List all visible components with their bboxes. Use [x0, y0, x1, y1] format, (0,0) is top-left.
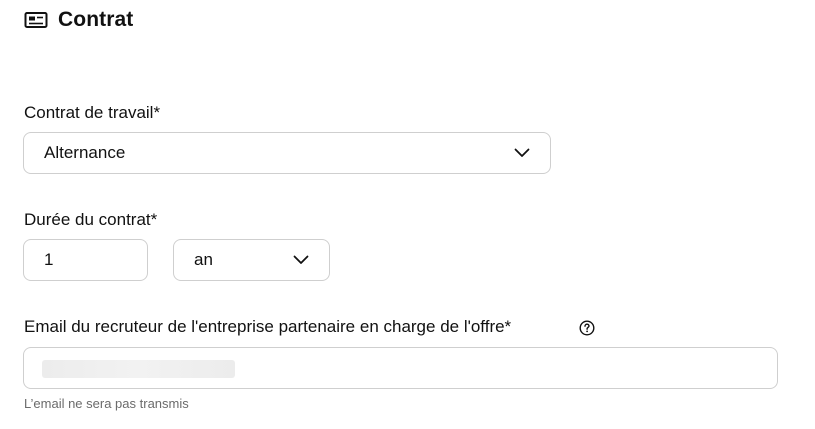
id-card-icon: [24, 10, 48, 30]
recruiter-email-label: Email du recruteur de l'entreprise parte…: [24, 317, 512, 336]
redacted-email-value: [42, 360, 235, 378]
question-circle-icon[interactable]: [579, 320, 595, 336]
contract-type-value: Alternance: [44, 143, 126, 162]
recruiter-email-input[interactable]: [23, 347, 778, 389]
duration-amount-input[interactable]: 1: [23, 239, 148, 281]
contract-form: Contrat Contrat de travail* Alternance D…: [0, 0, 815, 429]
duration-label: Durée du contrat*: [24, 210, 158, 229]
recruiter-email-hint: L’email ne sera pas transmis: [24, 396, 189, 411]
chevron-down-icon: [293, 255, 309, 264]
duration-unit-value: an: [194, 250, 213, 269]
contract-type-label: Contrat de travail*: [24, 103, 161, 122]
duration-unit-select[interactable]: an: [173, 239, 330, 281]
chevron-down-icon: [514, 148, 530, 157]
section-header: Contrat: [24, 6, 133, 34]
section-title: Contrat: [58, 8, 134, 31]
contract-type-select[interactable]: Alternance: [23, 132, 551, 174]
duration-amount-value: 1: [44, 250, 54, 269]
